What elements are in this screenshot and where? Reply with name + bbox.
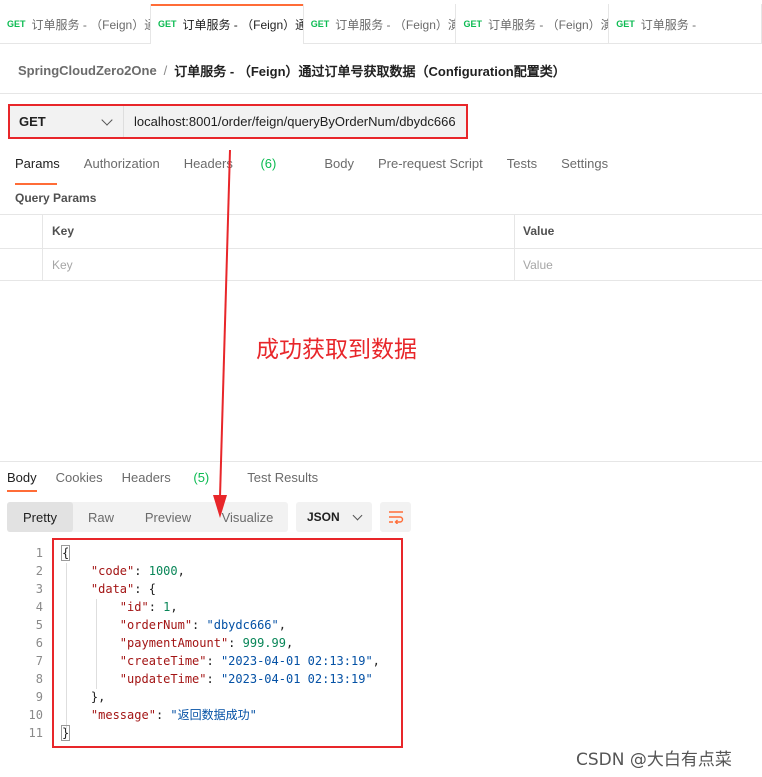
annotation-arrow — [213, 149, 231, 518]
watermark: CSDN @大白有点菜 — [576, 750, 732, 770]
